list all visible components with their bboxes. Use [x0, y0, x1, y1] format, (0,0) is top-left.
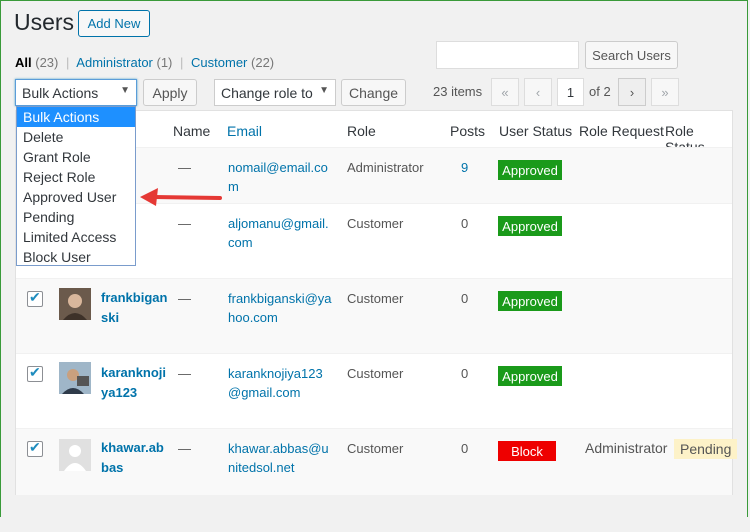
last-page-button[interactable]: » — [651, 78, 679, 106]
first-page-button[interactable]: « — [491, 78, 519, 106]
column-email[interactable]: Email — [227, 123, 262, 139]
filter-customer[interactable]: Customer — [191, 55, 247, 70]
avatar — [59, 439, 91, 471]
items-count: 23 items — [433, 84, 483, 99]
status-badge: Approved — [498, 291, 562, 311]
bulk-option-bulk-actions[interactable]: Bulk Actions — [17, 107, 135, 127]
next-page-button[interactable]: › — [618, 78, 646, 106]
status-badge: Approved — [498, 216, 562, 236]
filter-separator: | — [180, 55, 184, 70]
bulk-option-approved-user[interactable]: Approved User — [17, 187, 135, 207]
avatar — [59, 288, 91, 320]
user-email[interactable]: khawar.abbas@unitedsol.net — [228, 439, 334, 477]
bulk-actions-select[interactable]: Bulk Actions ▼ — [15, 79, 137, 106]
page-of-label: of 2 — [589, 84, 611, 99]
change-role-select[interactable]: Change role to ▼ — [214, 79, 336, 106]
filter-administrator[interactable]: Administrator — [76, 55, 153, 70]
filter-separator: | — [66, 55, 70, 70]
user-role: Customer — [347, 216, 404, 231]
column-role: Role — [347, 123, 376, 139]
user-email[interactable]: frankbiganski@yahoo.com — [228, 289, 334, 327]
user-fullname: — — [178, 216, 191, 231]
filter-customer-count: (22) — [251, 55, 275, 70]
username-link[interactable]: karanknojiya123 — [101, 363, 171, 403]
user-fullname: — — [178, 160, 191, 175]
bulk-option-block-user[interactable]: Block User — [17, 247, 135, 267]
user-fullname: — — [178, 441, 191, 456]
search-users-input[interactable] — [436, 41, 579, 69]
table-row: karanknojiya123 — karanknojiya123@gmail.… — [16, 353, 732, 429]
bulk-option-pending[interactable]: Pending — [17, 207, 135, 227]
current-page-input[interactable]: 1 — [557, 78, 584, 106]
table-row: khawar.abbas — khawar.abbas@unitedsol.ne… — [16, 428, 738, 495]
filter-all-count: (23) — [35, 55, 59, 70]
bottom-strip — [0, 517, 748, 530]
row-checkbox[interactable] — [27, 439, 43, 457]
filter-all[interactable]: All — [15, 55, 32, 70]
user-fullname: — — [178, 291, 191, 306]
user-email[interactable]: nomail@email.com — [228, 158, 334, 196]
row-checkbox[interactable] — [27, 289, 43, 307]
add-new-button[interactable]: Add New — [78, 10, 150, 37]
user-role: Administrator — [347, 160, 424, 175]
bulk-option-grant-role[interactable]: Grant Role — [17, 147, 135, 167]
avatar — [59, 362, 91, 394]
user-posts: 0 — [461, 291, 469, 306]
user-fullname: — — [178, 366, 191, 381]
status-badge: Block — [498, 441, 556, 461]
user-role: Customer — [347, 441, 404, 456]
column-name: Name — [173, 123, 211, 139]
change-role-value: Change role to — [221, 84, 313, 101]
username-link[interactable]: frankbiganski — [101, 288, 171, 328]
user-email[interactable]: aljomanu@gmail.com — [228, 214, 334, 252]
role-filter-links: All (23) | Administrator (1) | Customer … — [15, 55, 274, 70]
page-title: Users — [14, 9, 75, 35]
dropdown-arrow-icon: ▼ — [319, 85, 329, 96]
user-posts: 0 — [461, 366, 469, 381]
user-role: Customer — [347, 291, 404, 306]
bulk-option-delete[interactable]: Delete — [17, 127, 135, 147]
column-user-status: User Status — [499, 123, 573, 139]
red-arrow-icon — [140, 188, 222, 206]
bulk-option-limited-access[interactable]: Limited Access — [17, 227, 135, 247]
filter-administrator-count: (1) — [156, 55, 173, 70]
user-posts[interactable]: 9 — [461, 158, 468, 177]
bulk-actions-dropdown: Bulk Actions Delete Grant Role Reject Ro… — [16, 106, 136, 266]
prev-page-button[interactable]: ‹ — [524, 78, 552, 106]
dropdown-arrow-icon: ▼ — [120, 85, 130, 96]
bulk-option-reject-role[interactable]: Reject Role — [17, 167, 135, 187]
user-posts: 0 — [461, 216, 469, 231]
role-request: Administrator — [585, 440, 668, 456]
username-link[interactable]: khawar.abbas — [101, 438, 171, 478]
user-posts: 0 — [461, 441, 469, 456]
apply-button[interactable]: Apply — [143, 79, 197, 106]
user-email[interactable]: karanknojiya123@gmail.com — [228, 364, 334, 402]
search-users-button[interactable]: Search Users — [585, 41, 678, 69]
bulk-actions-value: Bulk Actions — [22, 84, 99, 101]
column-role-request: Role Request — [579, 123, 664, 139]
column-posts: Posts — [450, 123, 486, 139]
status-badge: Approved — [498, 160, 562, 180]
table-row: frankbiganski — frankbiganski@yahoo.com … — [16, 278, 732, 354]
role-status-badge: Pending — [674, 439, 738, 459]
change-role-button[interactable]: Change — [341, 79, 406, 106]
user-role: Customer — [347, 366, 404, 381]
status-badge: Approved — [498, 366, 562, 386]
row-checkbox[interactable] — [27, 364, 43, 382]
